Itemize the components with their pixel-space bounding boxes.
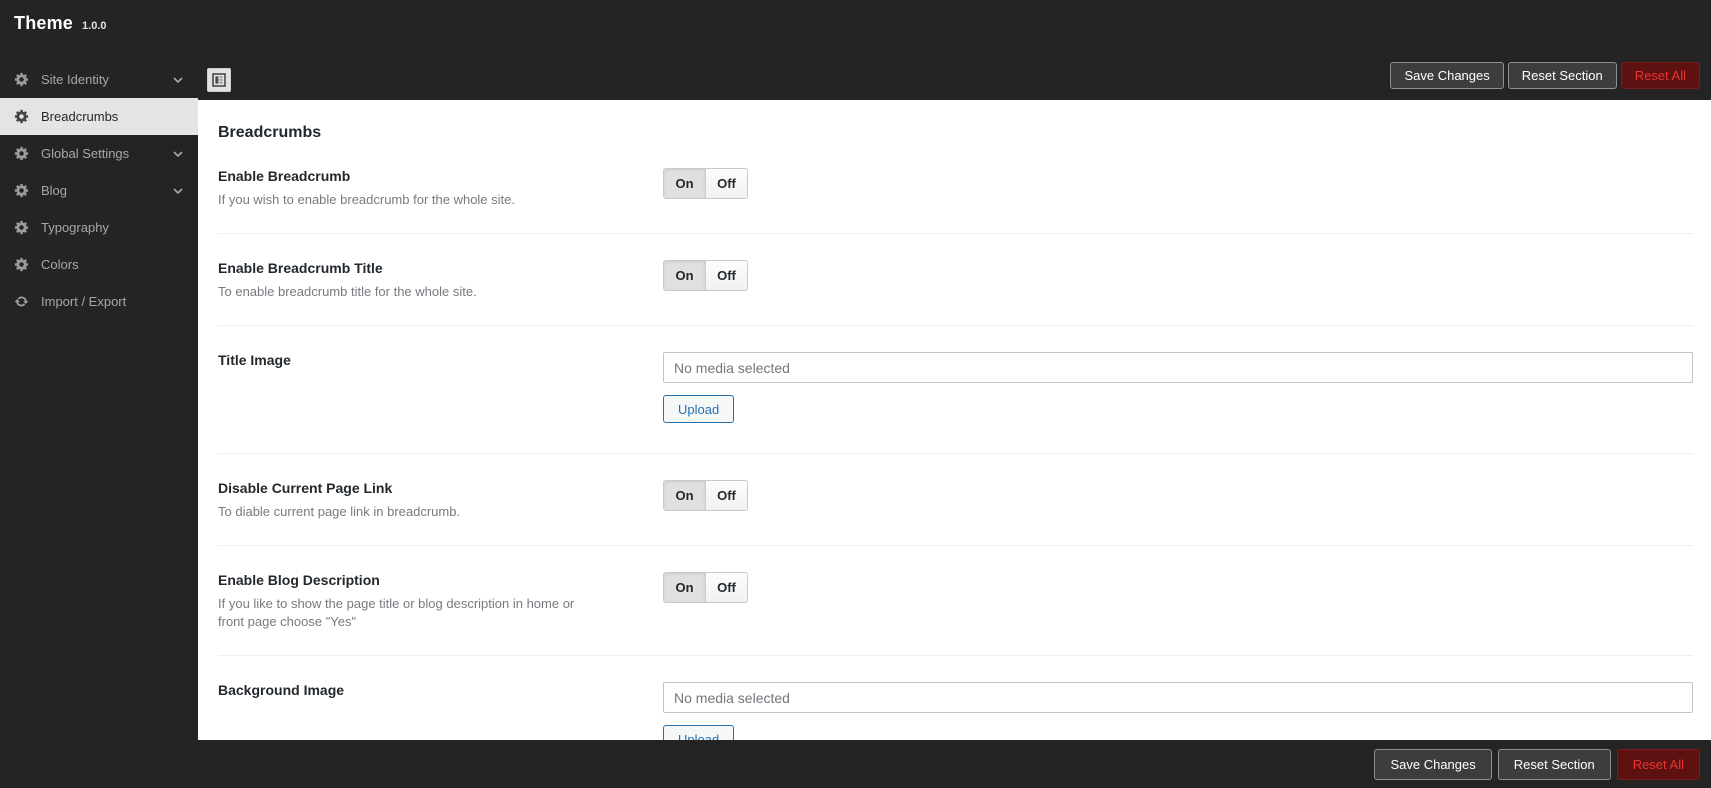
sidebar-item-site-identity[interactable]: Site Identity — [0, 61, 198, 98]
sidebar-item-typography[interactable]: Typography — [0, 209, 198, 246]
reset-section-button[interactable]: Reset Section — [1497, 748, 1611, 780]
upload-button[interactable]: Upload — [663, 725, 735, 740]
setting-label: Disable Current Page Link — [218, 480, 393, 496]
app-brand: Theme 1.0.0 — [14, 13, 107, 34]
toggle-on-button[interactable]: On — [664, 169, 705, 198]
on-off-toggle: On Off — [663, 260, 748, 291]
setting-row-title-image: Title Image Upload — [218, 326, 1693, 454]
gear-icon — [14, 109, 30, 125]
settings-panel: Breadcrumbs Enable Breadcrumb If you wis… — [198, 100, 1711, 740]
save-changes-button[interactable]: Save Changes — [1390, 62, 1504, 89]
toggle-off-button[interactable]: Off — [705, 573, 747, 602]
toggle-off-button[interactable]: Off — [705, 261, 747, 290]
gear-icon — [14, 72, 30, 88]
toggle-on-button[interactable]: On — [664, 573, 705, 602]
sidebar-item-colors[interactable]: Colors — [0, 246, 198, 283]
sidebar-item-import-export[interactable]: Import / Export — [0, 283, 198, 320]
reset-all-button[interactable]: Reset All — [1620, 62, 1700, 89]
expand-options-icon — [212, 73, 226, 87]
setting-label: Enable Breadcrumb Title — [218, 260, 383, 276]
media-url-input[interactable] — [663, 682, 1693, 713]
sidebar-item-label: Import / Export — [41, 294, 127, 309]
setting-row-enable-breadcrumb-title: Enable Breadcrumb Title To enable breadc… — [218, 234, 1693, 326]
toggle-off-button[interactable]: Off — [705, 169, 747, 198]
setting-row-enable-breadcrumb: Enable Breadcrumb If you wish to enable … — [218, 142, 1693, 234]
page-title: Breadcrumbs — [218, 124, 322, 141]
gear-icon — [14, 146, 30, 162]
setting-row-background-image: Background Image Upload — [218, 656, 1693, 740]
app-version: 1.0.0 — [82, 20, 107, 32]
sidebar-item-label: Typography — [41, 220, 109, 235]
reset-all-button[interactable]: Reset All — [1616, 748, 1700, 780]
gear-icon — [14, 257, 30, 273]
setting-label: Enable Blog Description — [218, 572, 380, 588]
sync-icon — [14, 294, 30, 310]
toggle-on-button[interactable]: On — [664, 261, 705, 290]
reset-section-button[interactable]: Reset Section — [1507, 62, 1617, 89]
gear-icon — [14, 220, 30, 236]
on-off-toggle: On Off — [663, 168, 748, 199]
setting-description: To diable current page link in breadcrum… — [218, 504, 461, 519]
footer-actions: Save Changes Reset Section Reset All — [0, 740, 1711, 788]
header-actions: Save Changes Reset Section Reset All — [1390, 62, 1700, 89]
setting-label: Title Image — [218, 352, 291, 368]
sidebar-item-global-settings[interactable]: Global Settings — [0, 135, 198, 172]
app-title: Theme — [14, 13, 74, 33]
expand-options-button[interactable] — [207, 68, 231, 92]
setting-row-disable-current-page-link: Disable Current Page Link To diable curr… — [218, 454, 1693, 546]
chevron-down-icon — [172, 74, 184, 86]
on-off-toggle: On Off — [663, 480, 748, 511]
save-changes-button[interactable]: Save Changes — [1374, 748, 1492, 780]
setting-label: Background Image — [218, 682, 345, 698]
sidebar-item-label: Site Identity — [41, 72, 109, 87]
setting-description: If you like to show the page title or bl… — [218, 596, 575, 629]
chevron-down-icon — [172, 185, 184, 197]
sidebar-item-label: Global Settings — [41, 146, 130, 161]
setting-label: Enable Breadcrumb — [218, 168, 351, 184]
on-off-toggle: On Off — [663, 572, 748, 603]
sidebar-item-breadcrumbs[interactable]: Breadcrumbs — [0, 98, 198, 135]
sidebar: Site Identity Breadcrumbs Global Setting… — [0, 61, 198, 320]
setting-row-enable-blog-description: Enable Blog Description If you like to s… — [218, 546, 1693, 656]
sidebar-item-label: Colors — [41, 257, 79, 272]
media-url-input[interactable] — [663, 352, 1693, 383]
toggle-on-button[interactable]: On — [664, 481, 705, 510]
setting-description: If you wish to enable breadcrumb for the… — [218, 192, 515, 207]
sidebar-item-label: Blog — [41, 183, 68, 198]
sidebar-item-label: Breadcrumbs — [41, 109, 119, 124]
chevron-down-icon — [172, 148, 184, 160]
gear-icon — [14, 183, 30, 199]
upload-button[interactable]: Upload — [663, 395, 735, 423]
toggle-off-button[interactable]: Off — [705, 481, 747, 510]
sidebar-item-blog[interactable]: Blog — [0, 172, 198, 209]
setting-description: To enable breadcrumb title for the whole… — [218, 284, 477, 299]
